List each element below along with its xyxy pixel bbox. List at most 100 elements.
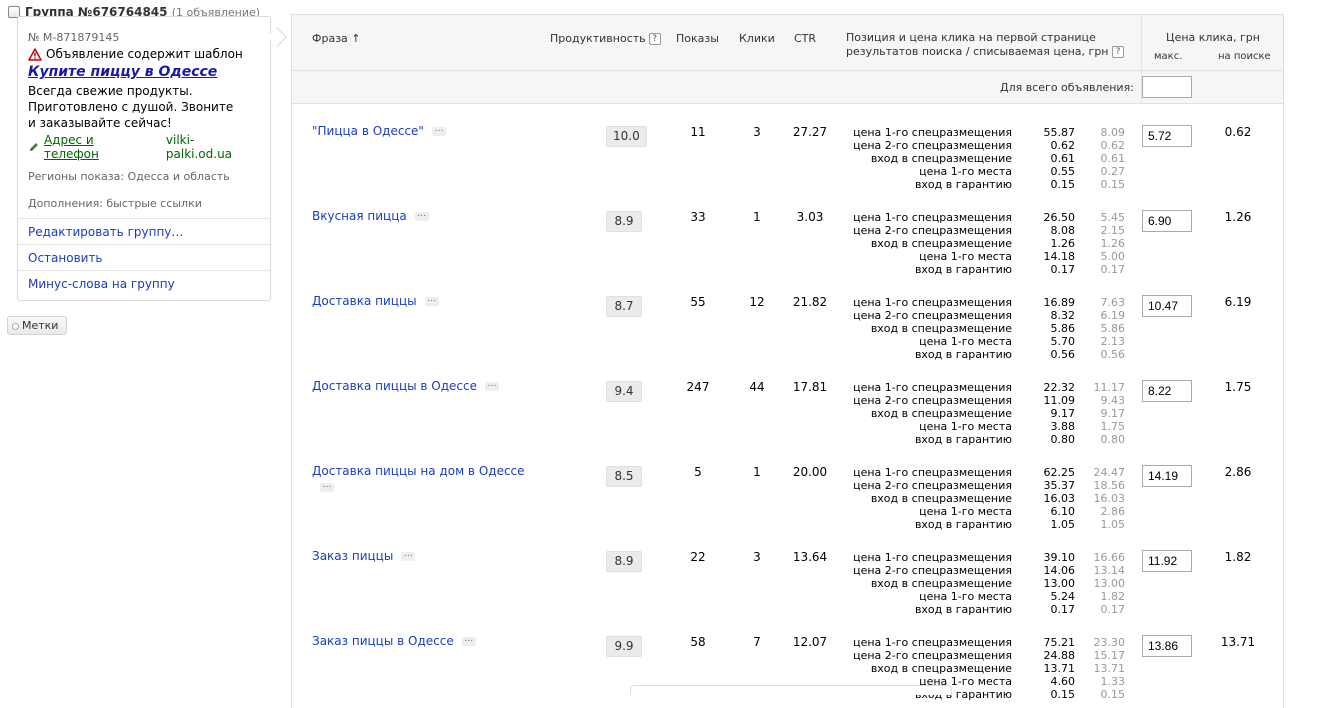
ad-domain: vilki-palki.od.ua: [165, 133, 233, 161]
keyword-link[interactable]: Доставка пиццы в Одессе: [312, 379, 477, 393]
productivity-badge: 9.4: [606, 381, 642, 402]
col-productivity-label: Продуктивность: [550, 32, 646, 45]
bid-price: 8.08: [1050, 224, 1076, 237]
ad-text-line: Всегда свежие продукты.: [28, 84, 193, 98]
help-icon[interactable]: ?: [648, 32, 661, 45]
table-row: "Пицца в Одессе" … 10.0 11 3 27.27 цена 1-го с…: [292, 104, 1283, 191]
bid-price: 16.89: [1043, 296, 1076, 309]
bid-charged-price: 7.63: [1100, 296, 1126, 309]
bid-price: 35.37: [1043, 479, 1076, 492]
bid-label: цена 1-го спецразмещения: [853, 551, 1012, 564]
bid-label: цена 1-го места: [919, 505, 1012, 518]
col-shows: Показы: [676, 32, 719, 45]
keyword-link[interactable]: Заказ пиццы в Одессе: [312, 634, 454, 648]
bid-price: 55.87: [1043, 126, 1076, 139]
more-options-icon[interactable]: …: [424, 295, 439, 306]
bid-label: цена 1-го места: [919, 250, 1012, 263]
bid-price: 5.24: [1050, 590, 1076, 603]
max-price-input[interactable]: [1142, 380, 1192, 402]
col-phrase-sort[interactable]: Фраза ↑: [312, 32, 361, 45]
bid-line: цена 1-го спецразмещения 62.25 24.47: [846, 466, 1136, 479]
table-row: Доставка пиццы на дом в Одессе … 8.5 5 1 20.0…: [292, 444, 1283, 531]
bid-charged-price: 8.09: [1100, 126, 1126, 139]
bid-charged-price: 2.86: [1100, 505, 1126, 518]
pencil-icon: [29, 143, 38, 151]
bid-line: цена 1-го места 0.55 0.27: [846, 165, 1136, 178]
ad-number: № М-871879145: [28, 31, 120, 44]
col-price-search: на поиске: [1218, 51, 1271, 62]
bid-line: цена 2-го спецразмещения 11.09 9.43: [846, 394, 1136, 407]
ctr-value: 12.07: [792, 635, 828, 649]
bid-label: цена 2-го спецразмещения: [853, 649, 1012, 662]
more-options-icon[interactable]: …: [401, 550, 416, 561]
keyword-phrase: "Пицца в Одессе" …: [312, 123, 527, 139]
bid-label: вход в спецразмещение: [870, 577, 1012, 590]
productivity-badge: 9.9: [606, 636, 642, 657]
edit-group-link[interactable]: Редактировать группу…: [18, 218, 270, 244]
minus-words-link[interactable]: Минус-слова на группу: [18, 270, 270, 296]
bid-label: цена 2-го спецразмещения: [853, 309, 1012, 322]
bid-prices: цена 1-го спецразмещения 62.25 24.47 цена 2…: [846, 466, 1136, 531]
search-price-value: 6.19: [1224, 295, 1252, 309]
bid-label: вход в спецразмещение: [870, 492, 1012, 505]
bid-line: цена 1-го места 3.88 1.75: [846, 420, 1136, 433]
keyword-phrase: Заказ пиццы …: [312, 548, 527, 564]
more-options-icon[interactable]: …: [461, 635, 476, 646]
ad-warning-text: Объявление содержит шаблон: [46, 47, 243, 61]
max-price-input[interactable]: [1142, 210, 1192, 232]
table-row: Доставка пиццы … 8.7 55 12 21.82 цена 1-го спе…: [292, 274, 1283, 361]
bid-price: 22.32: [1043, 381, 1076, 394]
shows-value: 247: [686, 380, 710, 394]
more-options-icon[interactable]: …: [485, 380, 500, 391]
bid-prices: цена 1-го спецразмещения 16.89 7.63 цена 2-…: [846, 296, 1136, 361]
bid-price: 13.71: [1043, 662, 1076, 675]
bid-charged-price: 16.66: [1093, 551, 1126, 564]
help-icon[interactable]: ?: [1112, 46, 1124, 58]
search-price-value: 2.86: [1224, 465, 1252, 479]
bid-charged-price: 16.03: [1093, 492, 1126, 505]
keyword-link[interactable]: Доставка пиццы: [312, 294, 417, 308]
bid-charged-price: 0.27: [1100, 165, 1126, 178]
keyword-phrase: Доставка пиццы в Одессе …: [312, 378, 527, 394]
keyword-link[interactable]: "Пицца в Одессе": [312, 124, 424, 138]
bid-charged-price: 9.43: [1100, 394, 1126, 407]
bid-price: 75.21: [1043, 636, 1076, 649]
contact-link[interactable]: Адрес и телефон: [44, 133, 152, 161]
max-price-input[interactable]: [1142, 550, 1192, 572]
bid-price: 0.55: [1050, 165, 1076, 178]
keywords-table: Фраза ↑ Продуктивность ? Показы Клики CT…: [291, 14, 1284, 708]
bid-price: 16.03: [1043, 492, 1076, 505]
bid-line: вход в спецразмещение 0.61 0.61: [846, 152, 1136, 165]
productivity-badge: 8.9: [606, 211, 642, 232]
for-all-price-input[interactable]: [1142, 76, 1192, 98]
max-price-input[interactable]: [1142, 295, 1192, 317]
col-price-max: макс.: [1154, 51, 1183, 62]
keyword-link[interactable]: Вкусная пицца: [312, 209, 407, 223]
ad-title-link[interactable]: Купите пиццу в Одессе: [28, 64, 260, 80]
bid-price: 5.70: [1050, 335, 1076, 348]
bid-price: 4.60: [1050, 675, 1076, 688]
tags-button[interactable]: Метки: [7, 316, 68, 335]
bid-line: цена 1-го места 6.10 2.86: [846, 505, 1136, 518]
more-options-icon[interactable]: …: [414, 210, 429, 221]
bid-price: 13.00: [1043, 577, 1076, 590]
max-price-input[interactable]: [1142, 465, 1192, 487]
max-price-input[interactable]: [1142, 125, 1192, 147]
bid-line: вход в спецразмещение 1.26 1.26: [846, 237, 1136, 250]
col-price: Цена клика, грн: [1166, 31, 1260, 44]
more-options-icon[interactable]: …: [320, 481, 334, 492]
tags-button-label: Метки: [22, 319, 59, 332]
bid-line: цена 1-го места 14.18 5.00: [846, 250, 1136, 263]
keyword-link[interactable]: Доставка пиццы на дом в Одессе: [312, 464, 525, 478]
bid-line: вход в спецразмещение 9.17 9.17: [846, 407, 1136, 420]
more-options-icon[interactable]: …: [431, 125, 446, 136]
bid-line: цена 1-го спецразмещения 75.21 23.30: [846, 636, 1136, 649]
bid-price: 6.10: [1050, 505, 1076, 518]
bid-prices: цена 1-го спецразмещения 26.50 5.45 цена 2-…: [846, 211, 1136, 276]
max-price-input[interactable]: [1142, 635, 1192, 657]
stop-link[interactable]: Остановить: [18, 244, 270, 270]
keyword-link[interactable]: Заказ пиццы: [312, 549, 393, 563]
bid-line: цена 1-го места 5.24 1.82: [846, 590, 1136, 603]
search-price-value: 1.82: [1224, 550, 1252, 564]
ad-warning: Объявление содержит шаблон: [28, 47, 260, 61]
